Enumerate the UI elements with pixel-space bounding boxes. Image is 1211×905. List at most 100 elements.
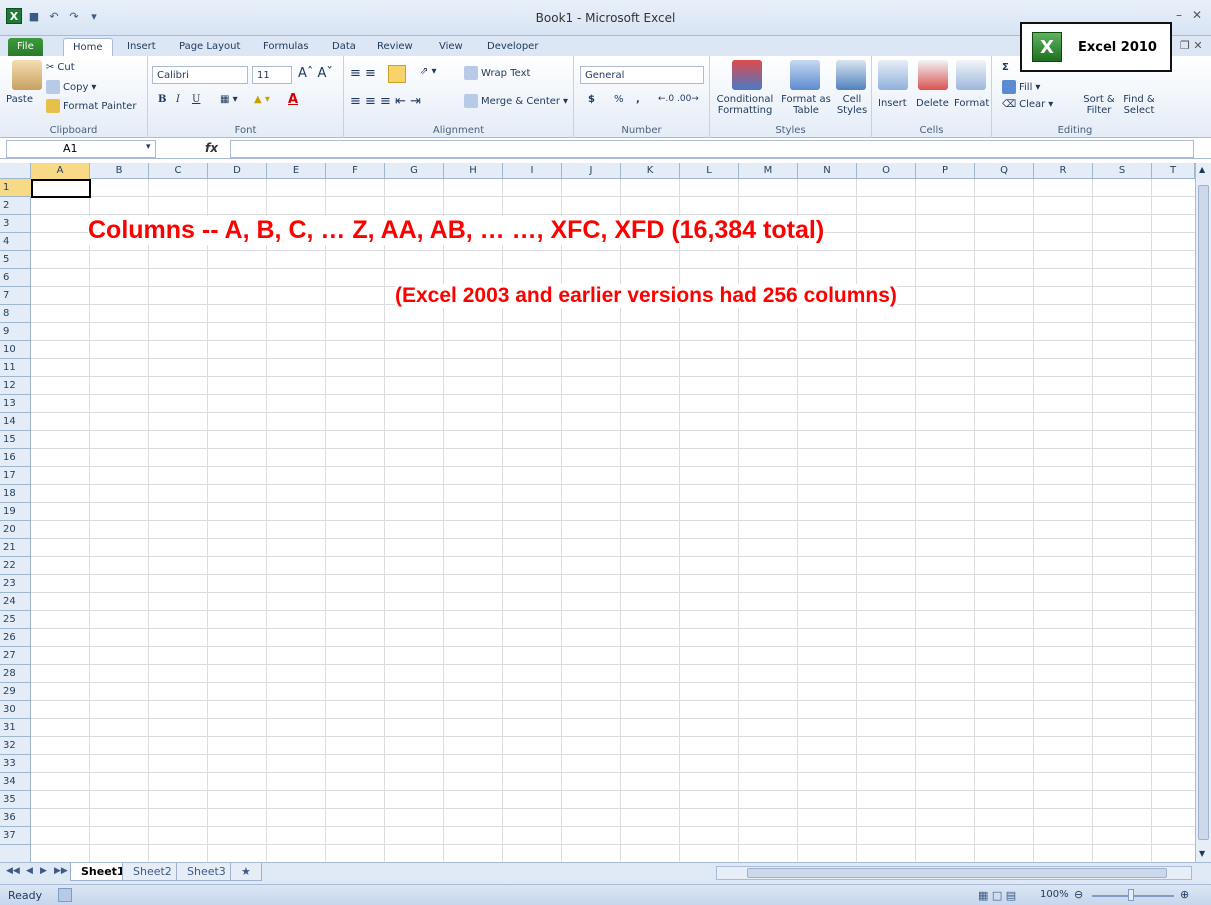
row-header[interactable]: 9	[0, 323, 31, 341]
row-header[interactable]: 28	[0, 665, 31, 683]
zoom-level[interactable]: 100%	[1040, 889, 1069, 900]
column-header[interactable]: R	[1034, 163, 1093, 179]
percent-button[interactable]: %	[614, 94, 624, 105]
orientation-icon[interactable]: ⇗ ▾	[420, 66, 437, 77]
number-format-select[interactable]: General	[580, 66, 704, 84]
column-header[interactable]: N	[798, 163, 857, 179]
row-header[interactable]: 26	[0, 629, 31, 647]
tab-view[interactable]: View	[430, 38, 472, 56]
decimal-icons[interactable]: ←.0 .00→	[658, 94, 699, 104]
column-header[interactable]: T	[1152, 163, 1195, 179]
row-header[interactable]: 24	[0, 593, 31, 611]
wrap-text-button[interactable]: Wrap Text	[464, 66, 530, 80]
insert-button[interactable]: Insert	[878, 98, 907, 109]
fill-color-icon[interactable]: ▲ ▾	[254, 94, 270, 105]
row-header[interactable]: 21	[0, 539, 31, 557]
column-header[interactable]: F	[326, 163, 385, 179]
row-header[interactable]: 10	[0, 341, 31, 359]
conditional-formatting-button[interactable]: Conditional Formatting	[714, 94, 776, 116]
row-header[interactable]: 32	[0, 737, 31, 755]
format-button[interactable]: Format	[954, 98, 989, 109]
row-header[interactable]: 5	[0, 251, 31, 269]
row-header[interactable]: 13	[0, 395, 31, 413]
format-as-table-button[interactable]: Format as Table	[780, 94, 832, 116]
sort-filter-button[interactable]: Sort & Filter	[1080, 94, 1118, 116]
row-header[interactable]: 8	[0, 305, 31, 323]
row-header[interactable]: 30	[0, 701, 31, 719]
tab-data[interactable]: Data	[323, 38, 365, 56]
minimize-icon[interactable]: –	[1176, 8, 1182, 22]
row-header[interactable]: 22	[0, 557, 31, 575]
row-header[interactable]: 16	[0, 449, 31, 467]
paste-button[interactable]: Paste	[6, 94, 33, 105]
name-box-dropdown-icon[interactable]: ▾	[146, 142, 151, 152]
sheet-tab-3[interactable]: Sheet3	[176, 863, 237, 881]
column-header[interactable]: I	[503, 163, 562, 179]
first-sheet-icon[interactable]: ◀◀	[6, 866, 20, 876]
row-header[interactable]: 11	[0, 359, 31, 377]
row-header[interactable]: 33	[0, 755, 31, 773]
vertical-scrollbar[interactable]: ▲ ▼	[1195, 163, 1211, 862]
row-header[interactable]: 6	[0, 269, 31, 287]
tab-review[interactable]: Review	[368, 38, 422, 56]
column-header[interactable]: K	[621, 163, 680, 179]
scroll-up-icon[interactable]: ▲	[1199, 165, 1205, 174]
tab-page-layout[interactable]: Page Layout	[170, 38, 249, 56]
sheet-tab-2[interactable]: Sheet2	[122, 863, 183, 881]
cell-styles-button[interactable]: Cell Styles	[834, 94, 870, 116]
tab-home[interactable]: Home	[63, 38, 113, 56]
row-header[interactable]: 29	[0, 683, 31, 701]
select-all-corner[interactable]	[0, 163, 31, 179]
row-header[interactable]: 36	[0, 809, 31, 827]
column-header[interactable]: J	[562, 163, 621, 179]
paste-icon[interactable]	[12, 60, 42, 90]
row-header[interactable]: 3	[0, 215, 31, 233]
row-header[interactable]: 7	[0, 287, 31, 305]
horizontal-scrollbar[interactable]	[716, 866, 1192, 880]
zoom-in-icon[interactable]: ⊕	[1180, 888, 1189, 901]
view-buttons-icon[interactable]: ▦ □ ▤	[978, 889, 1016, 902]
currency-button[interactable]: $	[588, 94, 595, 105]
row-header[interactable]: 14	[0, 413, 31, 431]
autosum-button[interactable]: Σ	[1002, 62, 1009, 73]
row-header[interactable]: 17	[0, 467, 31, 485]
column-header[interactable]: E	[267, 163, 326, 179]
active-cell-a1[interactable]	[31, 179, 91, 198]
insert-sheet-icon[interactable]: ★	[230, 863, 262, 881]
ribbon-window-controls[interactable]: ❐ ✕	[1180, 39, 1203, 52]
worksheet-grid[interactable]	[31, 179, 1195, 862]
column-header[interactable]: D	[208, 163, 267, 179]
align-top-icon[interactable]: ≡ ≡	[350, 66, 376, 81]
name-box[interactable]: A1	[6, 140, 156, 158]
row-header[interactable]: 34	[0, 773, 31, 791]
column-header[interactable]: G	[385, 163, 444, 179]
horizontal-scroll-thumb[interactable]	[747, 868, 1167, 878]
vertical-scroll-thumb[interactable]	[1198, 185, 1209, 840]
column-header[interactable]: P	[916, 163, 975, 179]
macro-record-icon[interactable]	[58, 888, 72, 902]
zoom-out-icon[interactable]: ⊖	[1074, 888, 1083, 901]
row-header[interactable]: 23	[0, 575, 31, 593]
find-select-button[interactable]: Find & Select	[1120, 94, 1158, 116]
prev-sheet-icon[interactable]: ◀	[26, 866, 33, 876]
row-header[interactable]: 27	[0, 647, 31, 665]
column-header[interactable]: L	[680, 163, 739, 179]
fill-button[interactable]: Fill ▾	[1002, 80, 1040, 94]
italic-button[interactable]: I	[176, 94, 180, 105]
next-sheet-icon[interactable]: ▶	[40, 866, 47, 876]
row-header[interactable]: 35	[0, 791, 31, 809]
comma-button[interactable]: ,	[636, 94, 640, 105]
tab-insert[interactable]: Insert	[118, 38, 165, 56]
column-header[interactable]: C	[149, 163, 208, 179]
column-header[interactable]: Q	[975, 163, 1034, 179]
font-color-icon[interactable]: A	[288, 92, 298, 107]
copy-button[interactable]: Copy ▾	[46, 80, 96, 94]
tab-formulas[interactable]: Formulas	[254, 38, 318, 56]
column-header[interactable]: H	[444, 163, 503, 179]
column-header[interactable]: O	[857, 163, 916, 179]
font-name-select[interactable]: Calibri	[152, 66, 248, 84]
fx-icon[interactable]: fx	[205, 141, 218, 155]
borders-icon[interactable]: ▦ ▾	[220, 94, 238, 105]
zoom-slider-thumb[interactable]	[1128, 889, 1134, 901]
row-header[interactable]: 20	[0, 521, 31, 539]
